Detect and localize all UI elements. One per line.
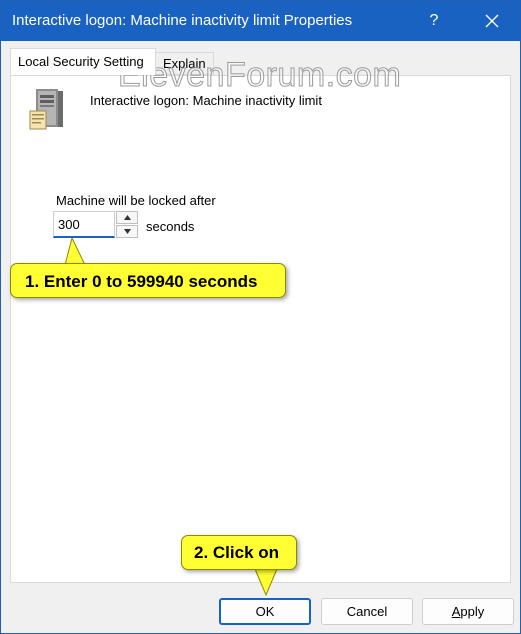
tab-local-security-setting[interactable]: Local Security Setting — [10, 48, 156, 75]
help-icon: ? — [429, 12, 439, 29]
apply-accelerator: A — [451, 604, 461, 619]
policy-name: Interactive logon: Machine inactivity li… — [90, 93, 322, 108]
tab-panel: Interactive logon: Machine inactivity li… — [10, 75, 511, 583]
apply-button[interactable]: Apply — [422, 598, 514, 625]
callout-step-1: 1. Enter 0 to 599940 seconds — [10, 263, 286, 298]
spin-down-button[interactable] — [116, 225, 138, 238]
title-bar[interactable]: Interactive logon: Machine inactivity li… — [1, 1, 520, 41]
lock-after-label: Machine will be locked after — [56, 193, 216, 208]
seconds-units-label: seconds — [146, 219, 195, 234]
seconds-spinbox — [53, 211, 139, 239]
close-button[interactable] — [469, 1, 515, 41]
cancel-button[interactable]: Cancel — [321, 598, 413, 625]
apply-label-rest: pply — [460, 604, 485, 619]
callout-2-pointer — [254, 568, 278, 597]
callout-step-2: 2. Click on — [181, 535, 297, 570]
close-icon — [485, 14, 499, 28]
help-button[interactable]: ? — [411, 1, 457, 41]
arrow-down-icon — [123, 229, 131, 234]
window-title: Interactive logon: Machine inactivity li… — [12, 12, 353, 29]
properties-dialog: Interactive logon: Machine inactivity li… — [0, 0, 521, 634]
spin-up-button[interactable] — [116, 211, 138, 224]
server-icon — [29, 89, 63, 130]
arrow-up-icon — [123, 215, 131, 220]
seconds-input[interactable] — [53, 211, 115, 238]
ok-button[interactable]: OK — [219, 598, 311, 625]
watermark-logo: ElevenForum.com — [117, 56, 402, 95]
